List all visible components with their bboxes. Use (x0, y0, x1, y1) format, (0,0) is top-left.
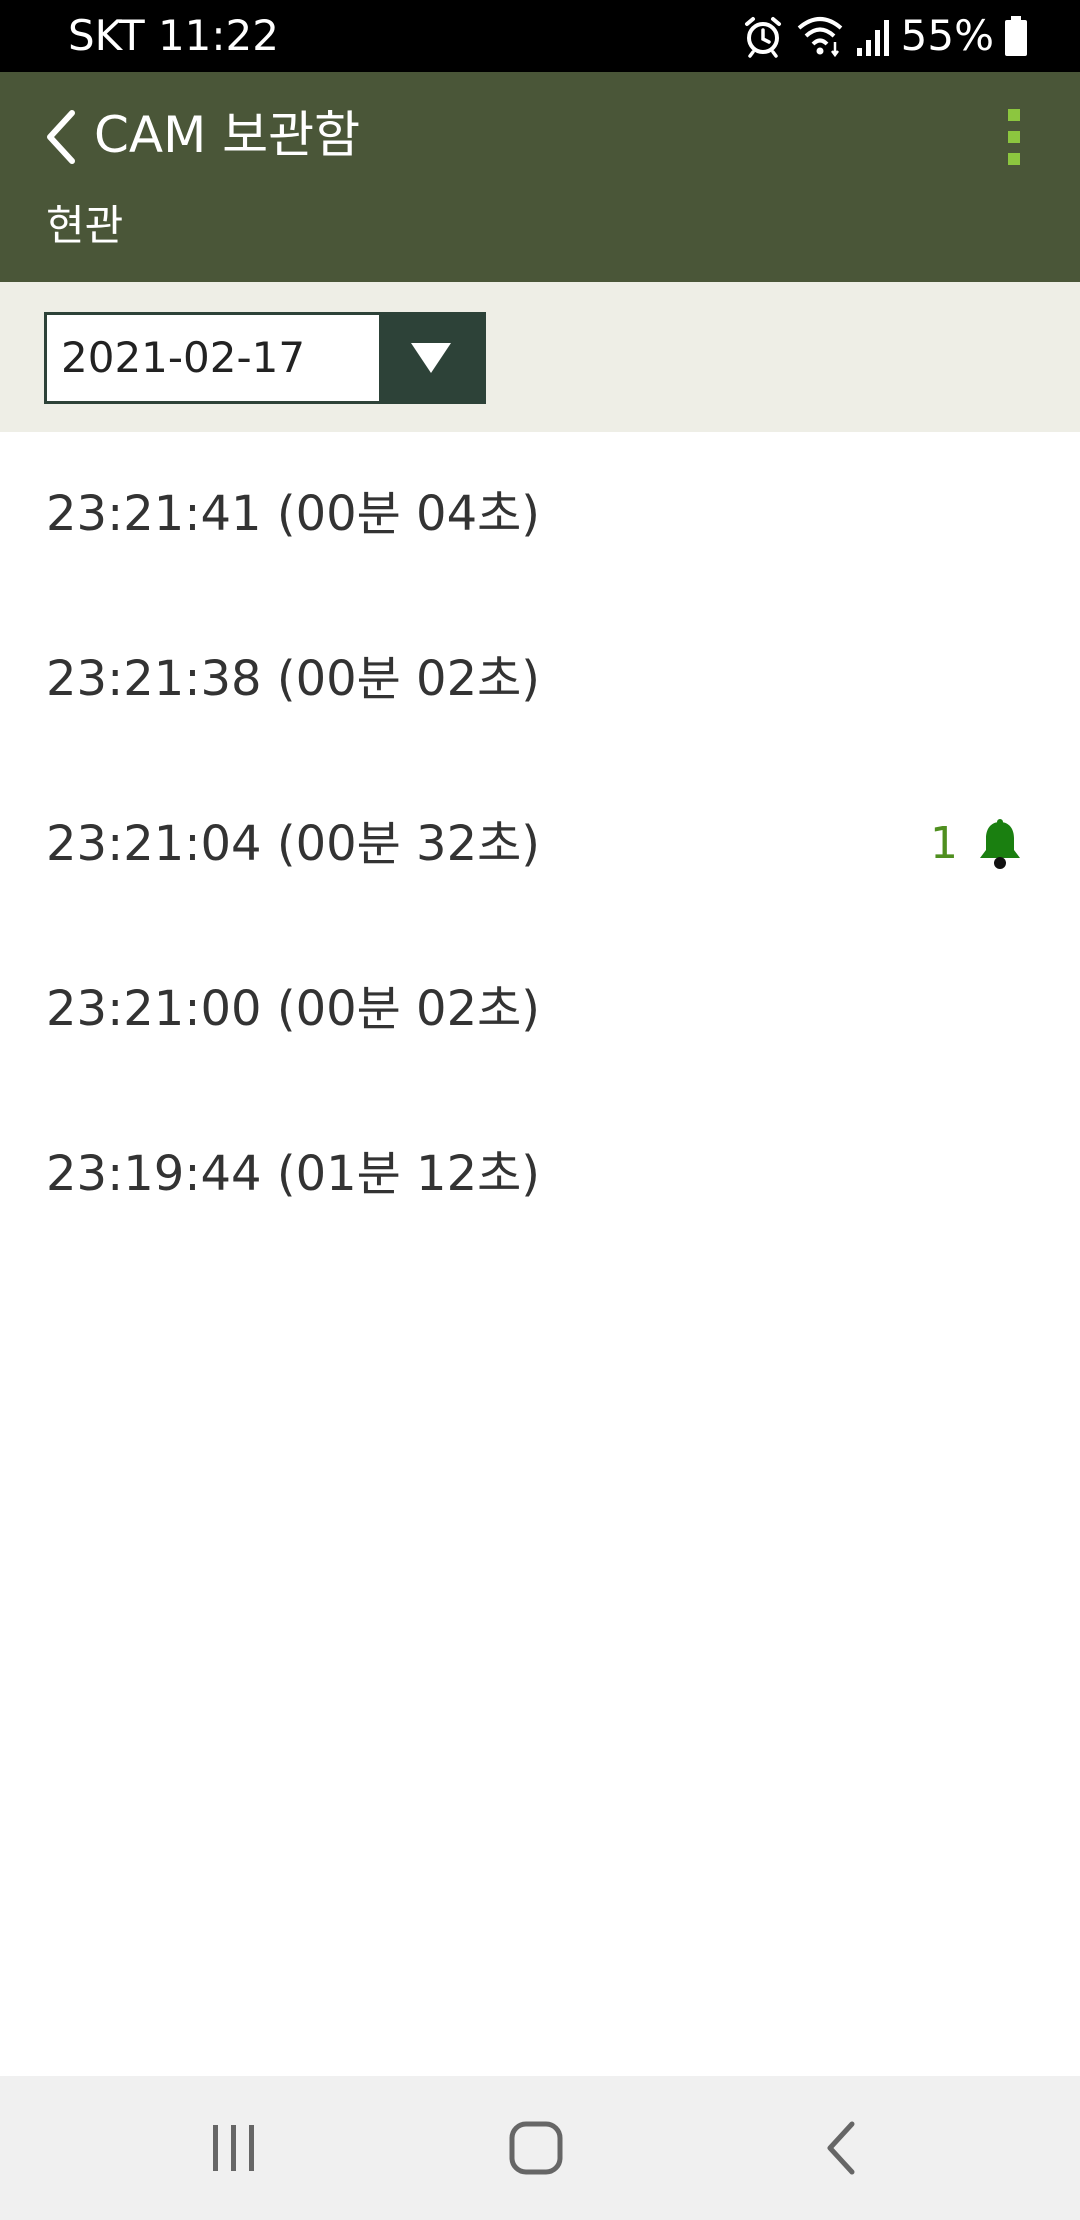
app-header: CAM 보관함 현관 (0, 72, 1080, 282)
recording-time: 23:21:04 (00분 32초) (46, 816, 541, 872)
home-button[interactable] (446, 2076, 626, 2220)
chevron-left-icon (47, 110, 75, 164)
status-icons: 55% (741, 12, 1028, 60)
battery-percent: 55% (900, 11, 994, 60)
wifi-icon (795, 14, 845, 58)
recording-item[interactable]: 23:21:41 (00분 04초) (0, 432, 1080, 597)
system-nav-bar (0, 2076, 1080, 2220)
header-back-button[interactable] (30, 92, 90, 182)
caret-down-icon (411, 343, 451, 373)
recording-item[interactable]: 23:19:44 (01분 12초) (0, 1092, 1080, 1257)
recording-time: 23:19:44 (01분 12초) (46, 1146, 541, 1202)
alarm-icon (741, 14, 785, 58)
menu-dot-icon (1008, 109, 1020, 121)
home-icon (509, 2121, 563, 2175)
status-bar: SKT 11:22 55% (0, 0, 1080, 72)
back-button[interactable] (750, 2076, 930, 2220)
alert-indicator: 1 (930, 814, 1024, 874)
dropdown-toggle[interactable] (379, 315, 483, 401)
back-icon (827, 2121, 855, 2175)
date-dropdown[interactable]: 2021-02-17 (44, 312, 486, 404)
signal-icon (855, 14, 891, 58)
recording-list: 23:21:41 (00분 04초) 23:21:38 (00분 02초) 23… (0, 432, 1080, 1257)
bell-icon (980, 819, 1020, 869)
page-title: CAM 보관함 (94, 106, 361, 164)
date-dropdown-value: 2021-02-17 (61, 333, 306, 382)
menu-dot-icon (1008, 153, 1020, 165)
overflow-menu-button[interactable] (984, 92, 1044, 182)
recording-item[interactable]: 23:21:38 (00분 02초) (0, 597, 1080, 762)
recording-item[interactable]: 23:21:00 (00분 02초) (0, 927, 1080, 1092)
recording-time: 23:21:00 (00분 02초) (46, 981, 541, 1037)
date-filter-bar: 2021-02-17 (0, 282, 1080, 432)
menu-dot-icon (1008, 131, 1020, 143)
battery-icon (1004, 16, 1028, 56)
recording-time: 23:21:38 (00분 02초) (46, 651, 541, 707)
status-carrier-time: SKT 11:22 (68, 11, 279, 60)
alert-count: 1 (930, 818, 958, 869)
recording-item[interactable]: 23:21:04 (00분 32초) 1 (0, 762, 1080, 927)
recording-time: 23:21:41 (00분 04초) (46, 486, 541, 542)
recent-apps-icon (213, 2125, 254, 2171)
recent-apps-button[interactable] (144, 2076, 324, 2220)
camera-location-label: 현관 (46, 201, 124, 250)
screen: SKT 11:22 55% CAM 보관함 현관 2021-02-17 23:2… (0, 0, 1080, 2220)
